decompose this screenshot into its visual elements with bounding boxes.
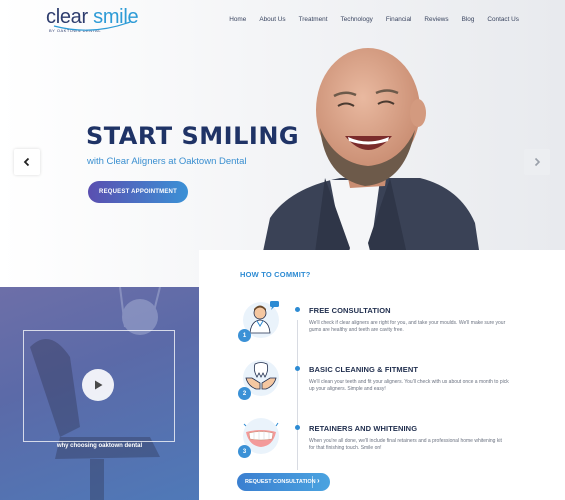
play-icon xyxy=(95,380,103,390)
chevron-right-icon xyxy=(534,157,541,167)
hero-section: clear smile BY OAKTOWN DENTAL Home About… xyxy=(0,0,565,290)
button-separator xyxy=(312,476,313,488)
nav-financial[interactable]: Financial xyxy=(386,16,412,23)
chevron-left-icon xyxy=(23,157,30,167)
video-caption: why choosing oaktown dental xyxy=(56,443,143,449)
step-2-dot xyxy=(295,366,300,371)
step-1-title: FREE CONSULTATION xyxy=(309,306,391,315)
step-1-text: We'll check if clear aligners are right … xyxy=(309,320,506,333)
play-button[interactable] xyxy=(82,369,114,401)
nav-reviews[interactable]: Reviews xyxy=(424,16,448,23)
main-nav: Home About Us Treatment Technology Finan… xyxy=(229,16,519,23)
hero-title: START SMILING xyxy=(86,122,300,150)
request-consultation-label: REQUEST CONSULTATION xyxy=(245,479,316,485)
slider-prev-button[interactable] xyxy=(14,149,40,175)
step-2-title: BASIC CLEANING & FITMENT xyxy=(309,365,419,374)
request-appointment-button[interactable]: REQUEST APPOINTMENT xyxy=(88,181,188,203)
step-3-number: 3 xyxy=(238,445,251,458)
nav-contact-us[interactable]: Contact Us xyxy=(487,16,519,23)
logo-swoosh-icon xyxy=(53,21,131,31)
step-3-dot xyxy=(295,425,300,430)
nav-about-us[interactable]: About Us xyxy=(259,16,285,23)
nav-treatment[interactable]: Treatment xyxy=(299,16,328,23)
slider-next-button[interactable] xyxy=(524,149,550,175)
step-1-number: 1 xyxy=(238,329,251,342)
timeline-line xyxy=(297,320,298,470)
hero-subtitle: with Clear Aligners at Oaktown Dental xyxy=(87,156,247,167)
step-2-number: 2 xyxy=(238,387,251,400)
step-1-dot xyxy=(295,307,300,312)
section-title: HOW TO COMMIT? xyxy=(240,270,311,279)
video-panel: why choosing oaktown dental xyxy=(0,287,199,500)
how-to-commit-section: HOW TO COMMIT? 1 FREE CONSULTATION We'll… xyxy=(199,250,565,500)
nav-blog[interactable]: Blog xyxy=(462,16,475,23)
step-3-title: RETAINERS AND WHITENING xyxy=(309,424,418,433)
step-3-text: When you're all done, we'll include fina… xyxy=(309,438,502,451)
chevron-right-icon: › xyxy=(317,476,320,485)
nav-technology[interactable]: Technology xyxy=(341,16,373,23)
step-2-text: We'll clean your teeth and fit your alig… xyxy=(309,379,509,392)
request-consultation-button[interactable]: REQUEST CONSULTATION › xyxy=(237,473,330,491)
nav-home[interactable]: Home xyxy=(229,16,246,23)
